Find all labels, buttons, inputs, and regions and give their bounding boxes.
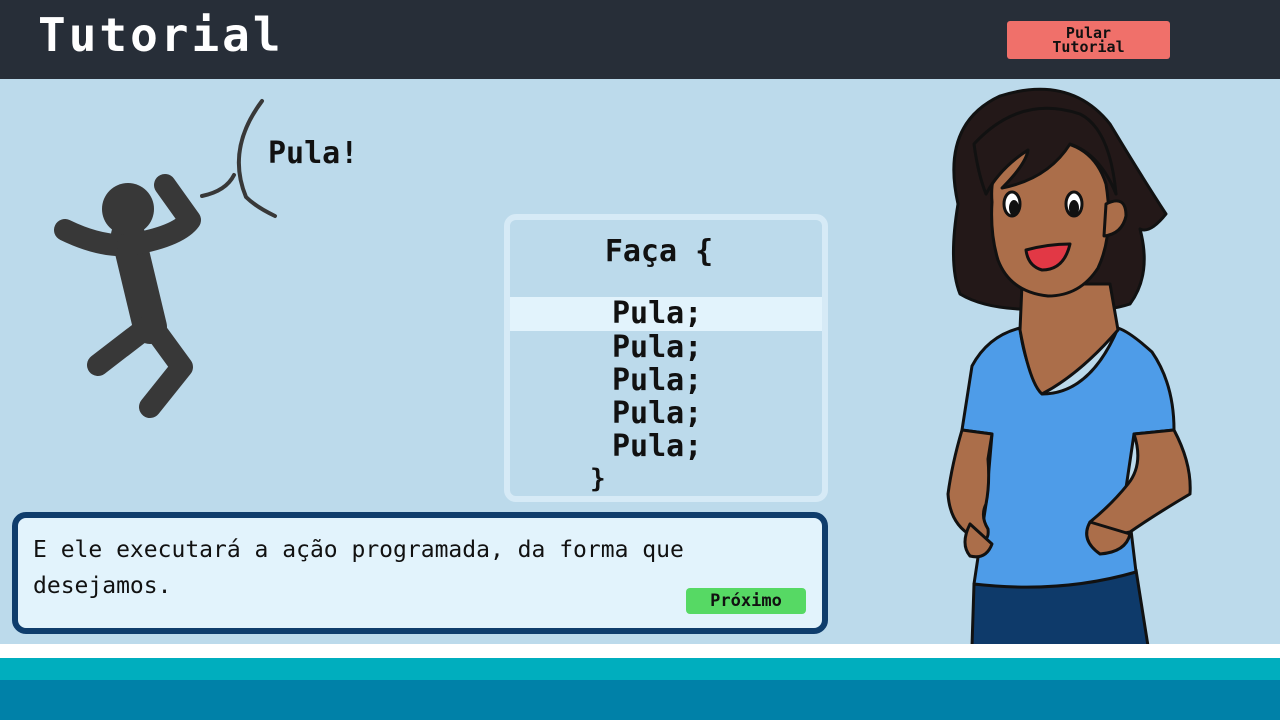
footer-stripe-blue	[0, 680, 1280, 720]
teacher-character-icon	[930, 84, 1200, 648]
speech-text: Pula!	[268, 136, 359, 171]
footer-stripe-teal	[0, 658, 1280, 680]
code-panel: Faça { Pula; Pula; Pula; Pula; Pula; }	[504, 214, 828, 502]
code-line-4: Pula;	[612, 396, 703, 431]
code-line-5: Pula;	[612, 429, 703, 464]
code-line-3: Pula;	[612, 363, 703, 398]
footer-stripe-white	[0, 644, 1280, 658]
code-line-2: Pula;	[612, 330, 703, 365]
skip-button-line2: Tutorial	[1052, 38, 1125, 56]
dialog-text: E ele executará a ação programada, da fo…	[33, 537, 684, 599]
code-closing-brace: }	[590, 464, 606, 494]
next-button[interactable]: Próximo	[686, 588, 806, 614]
code-header: Faça {	[604, 234, 714, 269]
top-bar: Tutorial Pular Tutorial	[0, 0, 1280, 79]
code-line-1: Pula;	[510, 297, 822, 331]
dialog-box: E ele executará a ação programada, da fo…	[12, 512, 828, 634]
skip-tutorial-button[interactable]: Pular Tutorial	[1007, 21, 1170, 59]
page-title: Tutorial	[38, 8, 284, 62]
